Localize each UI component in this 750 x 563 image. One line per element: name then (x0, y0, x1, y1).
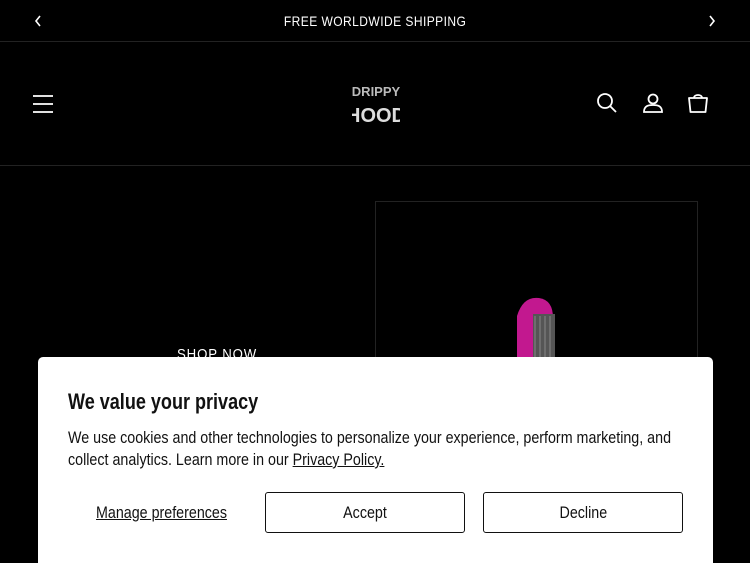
announcement-bar: FREE WORLDWIDE SHIPPING (0, 0, 750, 42)
site-logo[interactable]: DRIPPY HOOD (346, 78, 406, 130)
decline-button[interactable]: Decline (483, 492, 683, 533)
cookie-banner-title: We value your privacy (68, 389, 259, 414)
announcement-prev-button[interactable] (28, 11, 48, 31)
site-header: DRIPPY HOOD (0, 42, 750, 166)
chevron-left-icon (34, 15, 41, 27)
cookie-banner-body: We use cookies and other technologies to… (68, 427, 673, 471)
search-icon (597, 93, 617, 113)
decline-button-label: Decline (559, 502, 607, 522)
drippy-hood-logo: DRIPPY HOOD (346, 84, 406, 127)
privacy-policy-link[interactable]: Privacy Policy. (293, 450, 385, 469)
search-button[interactable] (594, 90, 620, 116)
menu-icon (33, 95, 53, 113)
chevron-right-icon (709, 15, 716, 27)
announcement-next-button[interactable] (702, 11, 722, 31)
account-icon (643, 93, 663, 113)
svg-text:HOOD: HOOD (352, 105, 400, 127)
menu-button[interactable] (30, 92, 56, 116)
manage-preferences-link[interactable]: Manage preferences (96, 503, 227, 523)
accept-button-label: Accept (343, 502, 387, 522)
svg-text:DRIPPY: DRIPPY (352, 84, 400, 99)
cart-button[interactable] (685, 90, 711, 116)
accept-button[interactable]: Accept (265, 492, 465, 533)
account-button[interactable] (640, 90, 666, 116)
cart-icon (688, 94, 708, 113)
announcement-text: FREE WORLDWIDE SHIPPING (283, 12, 467, 29)
product-image (517, 297, 555, 366)
cookie-consent-banner: We value your privacy We use cookies and… (38, 357, 713, 563)
